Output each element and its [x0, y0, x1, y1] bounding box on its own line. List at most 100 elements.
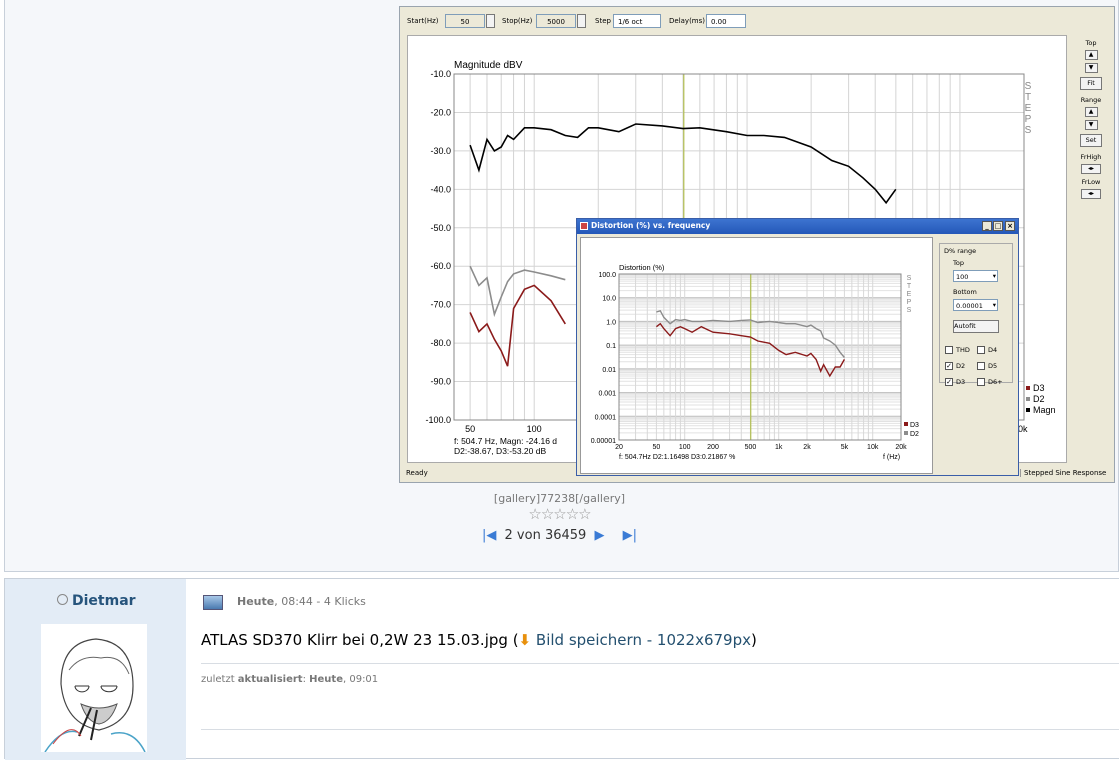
screenshot-image[interactable]: Start(Hz) 50 Stop(Hz) 5000 Step 1/6 oct … [399, 6, 1115, 483]
cursor-readout-2: D2:-38.67, D3:-53.20 dB [454, 446, 546, 456]
minimize-button[interactable]: _ [982, 221, 992, 231]
legend-label-d2: D2 [1033, 394, 1045, 404]
step-select[interactable]: 1/6 oct [613, 14, 661, 28]
checkbox-d3[interactable]: ✓ D3 [945, 378, 965, 386]
frlow-arrows[interactable]: ◂▸ [1081, 189, 1101, 199]
close-button[interactable]: × [1005, 221, 1015, 231]
x-axis-title: f (Hz) [883, 454, 900, 461]
avatar-sketch [44, 638, 146, 752]
measurement-toolbar: Start(Hz) 50 Stop(Hz) 5000 Step 1/6 oct … [400, 7, 1114, 33]
start-spinner[interactable] [486, 14, 495, 28]
image-thumbnail-icon [203, 595, 223, 610]
steps-letter: E [1025, 103, 1032, 114]
checkbox-d2[interactable]: ✓ D2 [945, 362, 965, 370]
checkbox-box[interactable] [977, 378, 985, 386]
y-tick-label: 0.001 [598, 391, 616, 398]
last-page-icon[interactable]: ▶| [623, 528, 637, 543]
status-ready: Ready [406, 469, 428, 477]
delay-field[interactable]: 0.00 [706, 14, 746, 28]
steps-letter: P [907, 299, 912, 306]
range-up-button[interactable]: ▲ [1084, 107, 1098, 117]
y-tick-label: 0.01 [602, 367, 616, 374]
checkbox-box[interactable]: ✓ [945, 362, 953, 370]
step-label: Step [595, 17, 611, 25]
rating-stars[interactable]: ☆☆☆☆☆ [0, 505, 1119, 523]
y-tick-label: -100.0 [425, 415, 451, 425]
checkbox-box[interactable]: ✓ [945, 378, 953, 386]
post-date-day: Heute [237, 595, 275, 608]
x-tick-label: 10k [867, 444, 879, 451]
autofit-button[interactable]: Autofit [953, 320, 999, 333]
series-line-d2 [469, 265, 566, 318]
top-up-button[interactable]: ▲ [1084, 50, 1098, 60]
checkbox-d5[interactable]: D5 [977, 362, 997, 370]
updated-time: , 09:01 [342, 674, 379, 685]
window-icon [580, 222, 588, 230]
x-tick-label: 20k [895, 444, 907, 451]
range-down-button[interactable]: ▼ [1084, 120, 1098, 130]
username-row[interactable]: Dietmar [57, 593, 136, 609]
y-tick-label: -20.0 [430, 107, 451, 117]
save-image-link[interactable]: Bild speichern - 1022x679px [536, 631, 751, 649]
range-label: Range [1080, 96, 1102, 104]
stop-spinner[interactable] [577, 14, 586, 28]
x-tick-label: 2k [803, 444, 811, 451]
legend-swatch-d2 [1026, 397, 1030, 401]
bottom-range-select[interactable]: 0.00001 ▾ [953, 299, 998, 311]
updated-info: zuletzt aktualisiert: Heute, 09:01 [201, 674, 378, 685]
next-page-icon[interactable]: ▶ [594, 528, 604, 543]
updated-day: Heute [309, 674, 343, 685]
maximize-button[interactable]: □ [993, 221, 1003, 231]
username: Dietmar [72, 593, 136, 609]
legend-label-d3: D3 [910, 422, 919, 429]
checkbox-label: D5 [988, 362, 998, 370]
top-range-value: 100 [956, 273, 969, 281]
distortion-titlebar[interactable]: Distortion (%) vs. frequency _ □ × [577, 219, 1018, 234]
y-tick-label: -70.0 [430, 300, 451, 310]
fit-button[interactable]: Fit [1080, 77, 1102, 90]
start-field[interactable]: 50 [445, 14, 485, 28]
x-tick-label-partial: 0k [1018, 424, 1028, 434]
x-tick-label: 50 [653, 444, 661, 451]
frlow-label: FrLow [1081, 178, 1101, 186]
distortion-window[interactable]: Distortion (%) vs. frequency _ □ × 100.0… [576, 218, 1019, 476]
legend-swatch-d2 [904, 431, 908, 435]
checkbox-box[interactable] [945, 346, 953, 354]
delay-label: Delay(ms) [669, 17, 706, 25]
page-counter: 2 von 36459 [504, 528, 587, 543]
checkbox-d6plus[interactable]: D6+ [977, 378, 1003, 386]
bottom-range-value: 0.00001 [956, 302, 983, 310]
steps-letter: S [907, 275, 912, 282]
checkbox-label: D3 [956, 378, 966, 386]
chevron-down-icon: ▾ [992, 301, 996, 309]
y-tick-label: -40.0 [430, 184, 451, 194]
frhigh-label: FrHigh [1080, 153, 1102, 161]
legend-swatch-magn [1026, 408, 1030, 412]
checkbox-box[interactable] [977, 362, 985, 370]
checkbox-thd[interactable]: THD [945, 346, 970, 354]
file-name: ATLAS SD370 Klirr bei 0,2W 23 15.03.jpg [201, 631, 508, 649]
frhigh-arrows[interactable]: ◂▸ [1081, 164, 1101, 174]
y-tick-label: -80.0 [430, 338, 451, 348]
checkbox-label: D6+ [988, 378, 1003, 386]
file-title: ATLAS SD370 Klirr bei 0,2W 23 15.03.jpg … [201, 631, 757, 649]
y-tick-label: 100.0 [598, 272, 616, 279]
range-group-label: D% range [944, 247, 977, 255]
post-panel: Dietmar Heute, 08:44 - 4 Klicks ATLAS SD… [4, 578, 1119, 760]
pagination: |◀ 2 von 36459 ▶ ▶| [0, 528, 1119, 543]
y-tick-label: -10.0 [430, 69, 451, 79]
steps-letter: S [1025, 81, 1032, 92]
stop-field[interactable]: 5000 [536, 14, 576, 28]
top-down-button[interactable]: ▼ [1084, 63, 1098, 73]
y-tick-label: 1.0 [606, 319, 616, 326]
checkbox-box[interactable] [977, 346, 985, 354]
first-page-icon[interactable]: |◀ [482, 528, 496, 543]
y-tick-label: 0.0001 [595, 414, 617, 421]
set-button[interactable]: Set [1080, 134, 1102, 147]
avatar[interactable] [41, 624, 147, 752]
y-tick-label: 0.1 [606, 343, 616, 350]
checkbox-d4[interactable]: D4 [977, 346, 997, 354]
y-axis-title: Distortion (%) [619, 263, 665, 272]
top-range-select[interactable]: 100 ▾ [953, 270, 998, 282]
steps-letter: S [1025, 125, 1032, 136]
